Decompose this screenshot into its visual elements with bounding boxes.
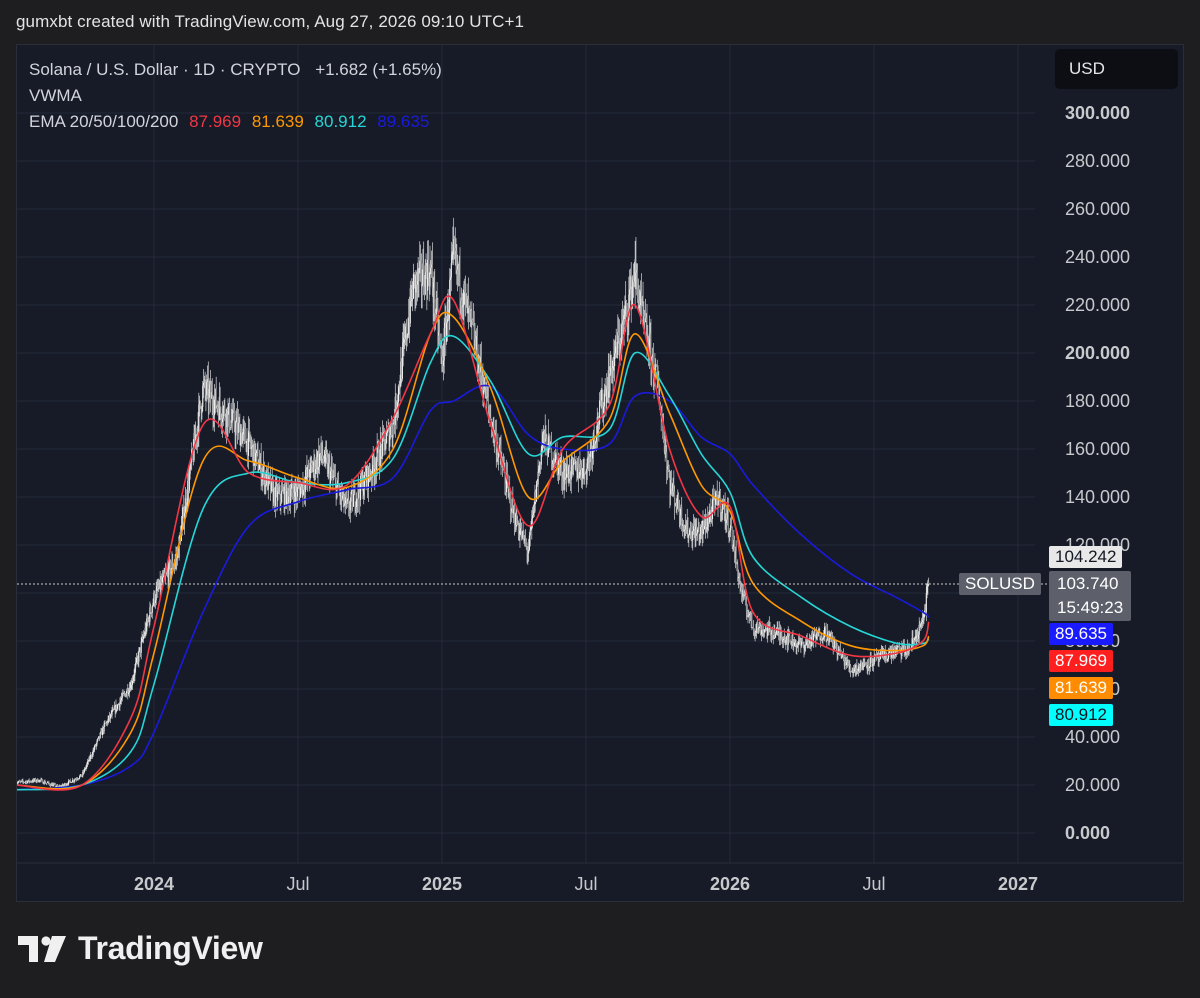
x-tick-label: 2024 — [134, 874, 174, 894]
x-tick-label: Jul — [862, 874, 885, 894]
chart-panel[interactable]: 0.00020.00040.00060.00080.000100.000120.… — [16, 44, 1184, 902]
chart-caption: gumxbt created with TradingView.com, Aug… — [16, 12, 525, 31]
x-tick-label: Jul — [574, 874, 597, 894]
legend-vwma-row[interactable]: VWMA — [29, 83, 442, 109]
y-tick-label: 240.000 — [1065, 247, 1130, 267]
x-tick-label: 2027 — [998, 874, 1038, 894]
price-tag-ema200: 89.635 — [1049, 623, 1113, 645]
y-tick-label: 220.000 — [1065, 295, 1130, 315]
price-tag-symbol: SOLUSD — [959, 573, 1041, 595]
y-tick-label: 300.000 — [1065, 103, 1130, 123]
price-tag-ema20: 87.969 — [1049, 650, 1113, 672]
y-tick-label: 20.000 — [1065, 775, 1120, 795]
legend-ema20-value: 87.969 — [189, 112, 242, 131]
legend-symbol-row[interactable]: Solana / U.S. Dollar · 1D · CRYPTO +1.68… — [29, 57, 442, 83]
price-tag-last-value: 103.740 — [1057, 574, 1119, 593]
legend-ema50-value: 81.639 — [251, 112, 304, 131]
y-tick-label: 280.000 — [1065, 151, 1130, 171]
brand-name: TradingView — [78, 930, 263, 966]
tradingview-logo-icon — [18, 935, 66, 962]
legend-ema-label: EMA 20/50/100/200 — [29, 112, 179, 131]
x-tick-label: Jul — [286, 874, 309, 894]
legend-symbol: Solana / U.S. Dollar · 1D · CRYPTO — [29, 60, 301, 79]
price-tag-last: 103.740 15:49:23 — [1049, 571, 1132, 621]
y-tick-label: 40.000 — [1065, 727, 1120, 747]
y-tick-label: 180.000 — [1065, 391, 1130, 411]
price-tag-ema50: 81.639 — [1049, 677, 1113, 699]
legend-ema100-value: 80.912 — [314, 112, 367, 131]
legend-change: +1.682 (+1.65%) — [315, 60, 442, 79]
legend-ema-row[interactable]: EMA 20/50/100/200 87.969 81.639 80.912 8… — [29, 109, 442, 135]
y-tick-label: 160.000 — [1065, 439, 1130, 459]
price-tag-ema100: 80.912 — [1049, 704, 1113, 726]
tradingview-brand[interactable]: TradingView — [18, 930, 263, 967]
legend-ema200-value: 89.635 — [377, 112, 430, 131]
y-tick-label: 200.000 — [1065, 343, 1130, 363]
currency-selector[interactable]: USD — [1055, 49, 1178, 89]
price-tag-countdown: 15:49:23 — [1057, 598, 1124, 617]
x-tick-label: 2026 — [710, 874, 750, 894]
legend-vwma: VWMA — [29, 86, 82, 105]
price-chart[interactable]: 0.00020.00040.00060.00080.000100.000120.… — [17, 45, 1183, 901]
y-tick-label: 260.000 — [1065, 199, 1130, 219]
chart-legend: Solana / U.S. Dollar · 1D · CRYPTO +1.68… — [29, 57, 442, 135]
price-tag-high: 104.242 — [1049, 546, 1123, 568]
x-tick-label: 2025 — [422, 874, 462, 894]
y-tick-label: 140.000 — [1065, 487, 1130, 507]
y-tick-label: 0.000 — [1065, 823, 1110, 843]
